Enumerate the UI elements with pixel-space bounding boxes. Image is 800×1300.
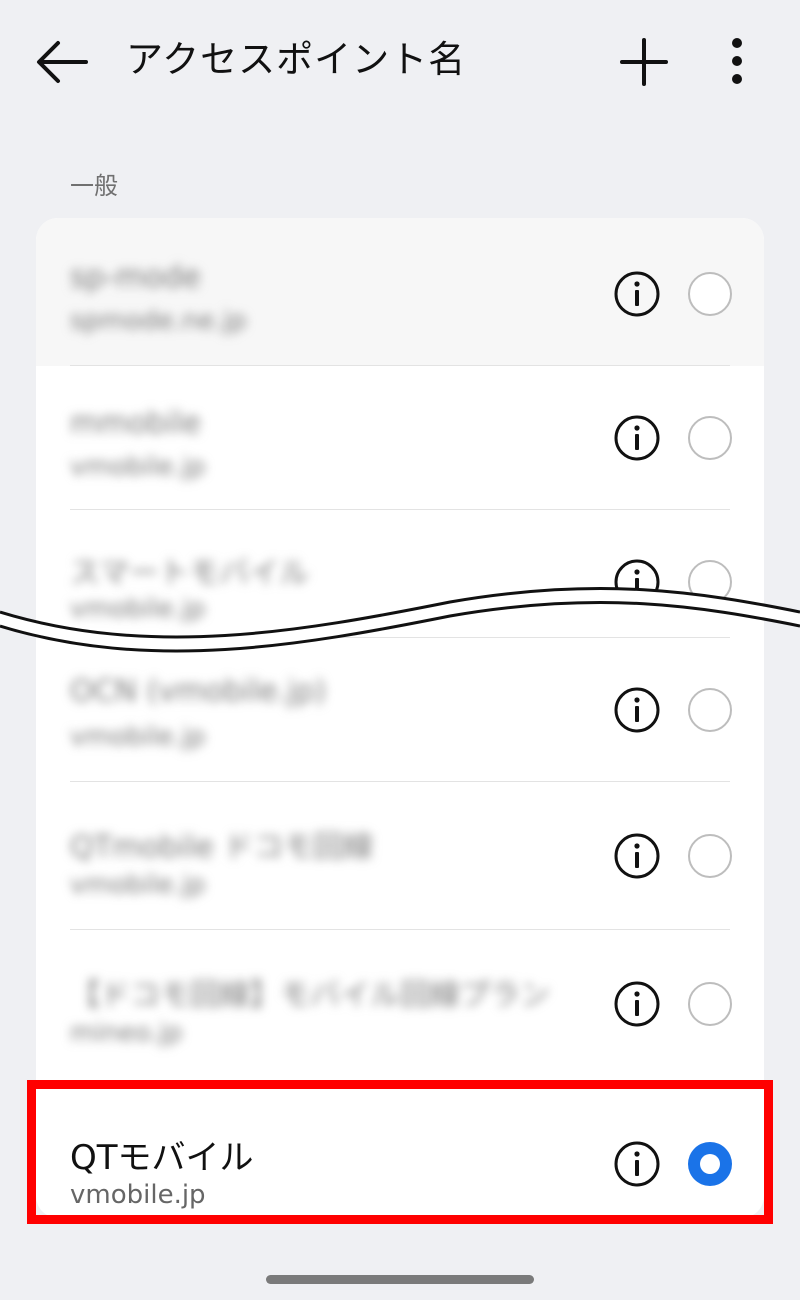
apn-address: vmobile.jp [70,722,206,752]
apn-list-card: sp-mode spmode.ne.jp mmobile vmobile.jp … [36,218,764,1218]
apn-radio[interactable] [688,272,732,316]
list-break-wave [0,570,800,660]
apn-name: OCN (vmobile.jp) [70,674,327,709]
apn-address: mineo.jp [70,1018,183,1048]
apn-item[interactable]: QTmobile ドコモ回線 vmobile.jp [36,782,764,930]
apn-info-button[interactable] [613,686,661,734]
apn-radio[interactable] [688,416,732,460]
apn-item[interactable]: 【ドコモ回線】モバイル回線プラン mineo.jp [36,930,764,1076]
add-apn-button[interactable] [612,30,676,94]
apn-name: mmobile [70,406,201,441]
apn-radio[interactable] [688,688,732,732]
apn-item[interactable]: sp-mode spmode.ne.jp [36,218,764,366]
app-bar: アクセスポイント名 [0,0,800,120]
arrow-back-icon [37,41,88,83]
apn-info-button[interactable] [613,832,661,880]
apn-name: 【ドコモ回線】モバイル回線プラン [70,978,550,1013]
apn-address: vmobile.jp [70,870,206,900]
info-icon [614,271,660,317]
apn-address: spmode.ne.jp [70,306,247,336]
apn-info-button[interactable] [613,414,661,462]
apn-info-button[interactable] [613,270,661,318]
apn-item[interactable]: mmobile vmobile.jp [36,366,764,510]
more-options-button[interactable] [712,30,762,94]
apn-name: sp-mode [70,260,201,295]
home-indicator[interactable] [266,1275,534,1284]
info-icon [614,981,660,1027]
page-title: アクセスポイント名 [126,38,467,81]
selected-apn-highlight [27,1080,773,1224]
apn-name: QTmobile ドコモ回線 [70,830,374,865]
info-icon [614,833,660,879]
plus-icon [620,38,668,86]
more-vert-icon [732,38,742,84]
apn-info-button[interactable] [613,980,661,1028]
apn-radio[interactable] [688,834,732,878]
info-icon [614,415,660,461]
back-button[interactable] [30,34,94,90]
info-icon [614,687,660,733]
apn-radio[interactable] [688,982,732,1026]
apn-address: vmobile.jp [70,452,206,482]
section-label-general: 一般 [70,172,118,200]
